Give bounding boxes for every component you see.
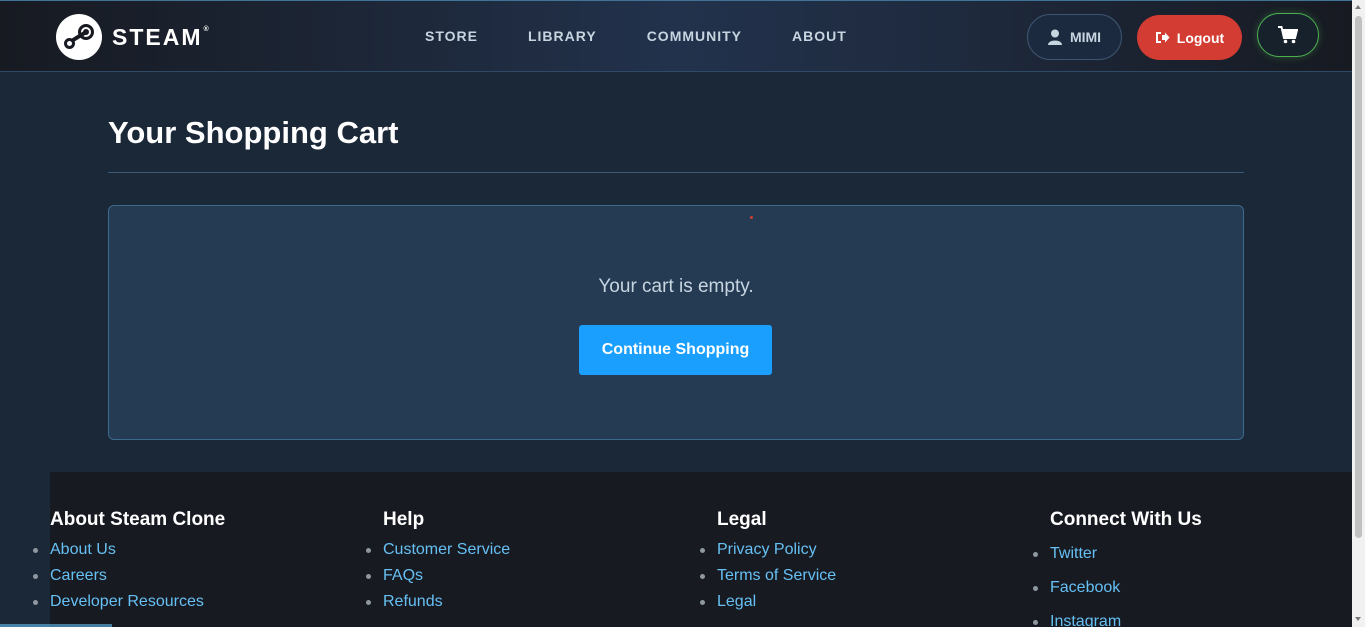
user-profile-button[interactable]: MIMI	[1027, 14, 1122, 60]
footer-link-terms-of-service[interactable]: Terms of Service	[699, 563, 836, 589]
scroll-down-arrow-icon[interactable]	[1355, 617, 1361, 621]
footer-link-about-us[interactable]: About Us	[32, 537, 225, 563]
footer-link-faqs[interactable]: FAQs	[365, 563, 510, 589]
nav-about[interactable]: ABOUT	[792, 28, 847, 44]
user-icon	[1047, 29, 1062, 45]
username-label: MIMI	[1069, 29, 1102, 45]
footer-heading: Connect With Us	[1050, 509, 1202, 530]
page-title: Your Shopping Cart	[108, 115, 399, 150]
scroll-up-arrow-icon[interactable]	[1355, 5, 1361, 9]
cart-icon	[1278, 26, 1298, 44]
footer-link-instagram[interactable]: Instagram	[1033, 605, 1202, 627]
cart-panel: Your cart is empty. Continue Shopping	[108, 205, 1244, 440]
footer-link-legal[interactable]: Legal	[699, 589, 836, 615]
footer-column-about: About Steam Clone About Us Careers Devel…	[32, 509, 226, 615]
footer-column-connect: Connect With Us Twitter Facebook Instagr…	[1033, 509, 1202, 627]
footer-link-refunds[interactable]: Refunds	[365, 589, 510, 615]
title-divider	[108, 172, 1244, 173]
footer-link-developer-resources[interactable]: Developer Resources	[32, 589, 225, 615]
footer-link-privacy-policy[interactable]: Privacy Policy	[699, 537, 836, 563]
site-header: STEAM® STORE LIBRARY COMMUNITY ABOUT MIM…	[0, 1, 1352, 72]
footer-column-legal: Legal Privacy Policy Terms of Service Le…	[699, 509, 836, 615]
vertical-scrollbar[interactable]	[1352, 0, 1365, 627]
footer-heading: About Steam Clone	[50, 509, 226, 530]
nav-community[interactable]: COMMUNITY	[647, 28, 742, 44]
footer-left-gap	[0, 472, 50, 627]
steam-logo[interactable]: STEAM®	[56, 14, 211, 60]
footer-link-customer-service[interactable]: Customer Service	[365, 537, 510, 563]
steam-logo-icon	[56, 14, 102, 60]
continue-shopping-button[interactable]: Continue Shopping	[579, 325, 772, 375]
logout-icon	[1155, 32, 1170, 43]
empty-cart-message: Your cart is empty.	[598, 276, 754, 297]
logout-label: Logout	[1176, 29, 1225, 46]
site-footer: About Steam Clone About Us Careers Devel…	[32, 472, 1352, 627]
footer-column-help: Help Customer Service FAQs Refunds	[365, 509, 510, 615]
footer-link-facebook[interactable]: Facebook	[1033, 571, 1202, 605]
main-nav: STORE LIBRARY COMMUNITY ABOUT	[425, 28, 897, 44]
logout-button[interactable]: Logout	[1137, 15, 1242, 60]
indicator-dot	[750, 216, 753, 219]
footer-heading: Help	[383, 509, 425, 530]
footer-heading: Legal	[717, 509, 767, 530]
logo-text: STEAM®	[112, 23, 211, 50]
cart-button[interactable]	[1257, 13, 1319, 57]
nav-library[interactable]: LIBRARY	[528, 28, 597, 44]
nav-store[interactable]: STORE	[425, 28, 478, 44]
scrollbar-thumb[interactable]	[1355, 16, 1362, 538]
footer-link-careers[interactable]: Careers	[32, 563, 225, 589]
footer-link-twitter[interactable]: Twitter	[1033, 537, 1202, 571]
